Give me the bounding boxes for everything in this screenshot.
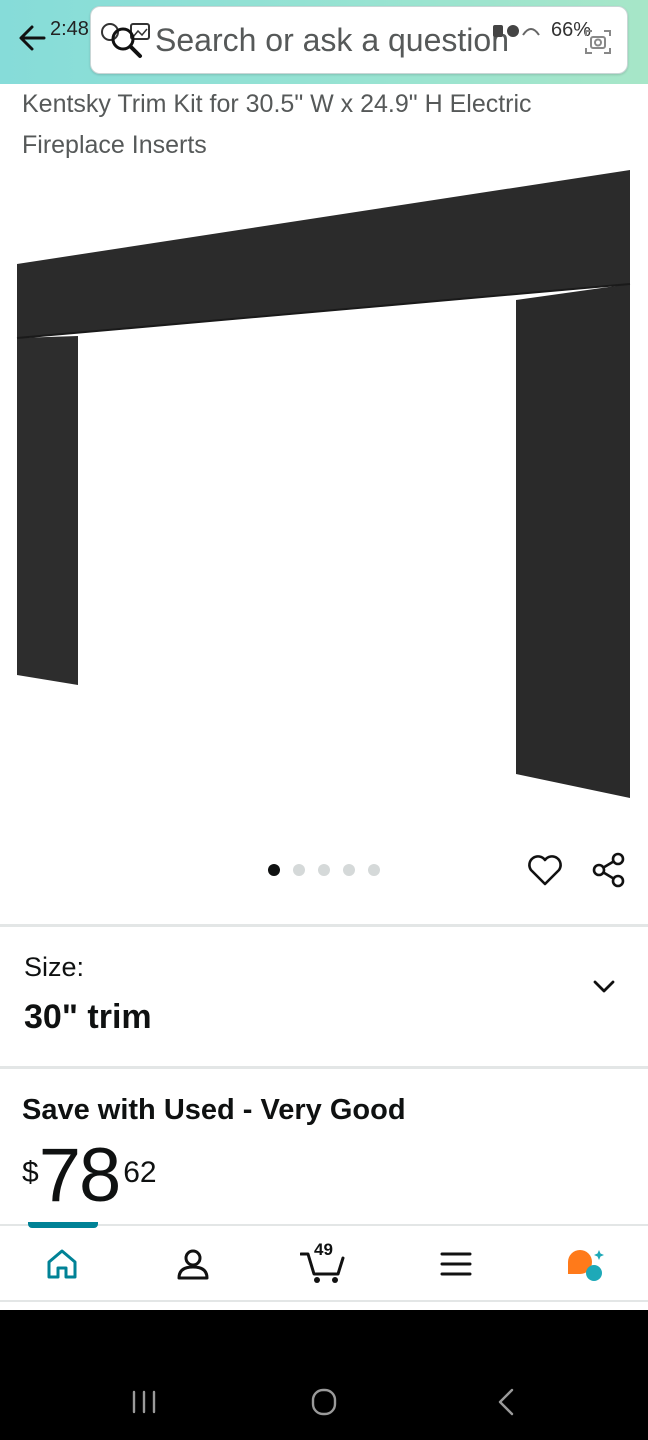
share-icon <box>592 852 625 888</box>
header-bar: 2:48 Search or ask a question 66% <box>0 0 648 84</box>
nav-menu[interactable] <box>434 1242 478 1286</box>
account-icon <box>177 1249 209 1280</box>
home-icon <box>47 1249 77 1279</box>
share-button[interactable] <box>590 851 628 889</box>
nav-cart[interactable]: 49 <box>299 1240 346 1286</box>
size-value: 30" trim <box>24 998 152 1036</box>
nav-account[interactable] <box>171 1242 215 1286</box>
arrow-left-icon <box>19 25 46 51</box>
divider <box>0 1066 648 1069</box>
carousel-dot[interactable] <box>318 864 330 876</box>
product-title[interactable]: Kentsky Trim Kit for 30.5" W x 24.9" H E… <box>22 84 622 166</box>
recent-apps-icon[interactable] <box>124 1384 164 1420</box>
chevron-down-icon <box>593 980 615 993</box>
bottom-nav: 49 <box>0 1222 648 1302</box>
wifi-icon <box>492 24 540 37</box>
price-whole: 78 <box>38 1133 122 1218</box>
image-carousel-dots[interactable] <box>268 864 380 876</box>
carousel-dot[interactable] <box>293 864 305 876</box>
active-tab-indicator <box>28 1222 98 1228</box>
heart-icon <box>528 855 562 886</box>
cart-count-badge: 49 <box>314 1240 333 1259</box>
status-icons: 66% <box>491 19 591 42</box>
carousel-dot[interactable] <box>368 864 380 876</box>
status-time: 2:48 <box>50 18 89 40</box>
search-bar[interactable]: Search or ask a question 66% <box>90 6 628 74</box>
divider <box>0 924 648 927</box>
used-offer-title[interactable]: Save with Used - Very Good <box>22 1094 406 1127</box>
back-nav-icon[interactable] <box>486 1384 526 1420</box>
camera-scan-icon[interactable] <box>583 27 613 57</box>
price-currency: $ <box>22 1156 39 1189</box>
back-button[interactable] <box>14 18 54 58</box>
price-fraction: 62 <box>123 1156 157 1189</box>
menu-icon <box>440 1252 472 1276</box>
home-circle-icon[interactable] <box>304 1384 344 1420</box>
search-input[interactable]: Search or ask a question <box>155 22 509 59</box>
size-label: Size: <box>24 952 85 982</box>
rufus-icon <box>568 1250 604 1281</box>
size-selector[interactable]: Size: 30" trim <box>0 928 648 1068</box>
carousel-dot-active[interactable] <box>268 864 280 876</box>
search-icon <box>111 27 142 58</box>
product-image[interactable] <box>0 160 648 820</box>
nav-home[interactable] <box>40 1242 84 1286</box>
price: $ 78 62 <box>22 1136 157 1216</box>
system-nav-bar <box>0 1310 648 1440</box>
carousel-dot[interactable] <box>343 864 355 876</box>
wishlist-button[interactable] <box>526 851 564 889</box>
nav-rufus[interactable] <box>564 1242 608 1286</box>
